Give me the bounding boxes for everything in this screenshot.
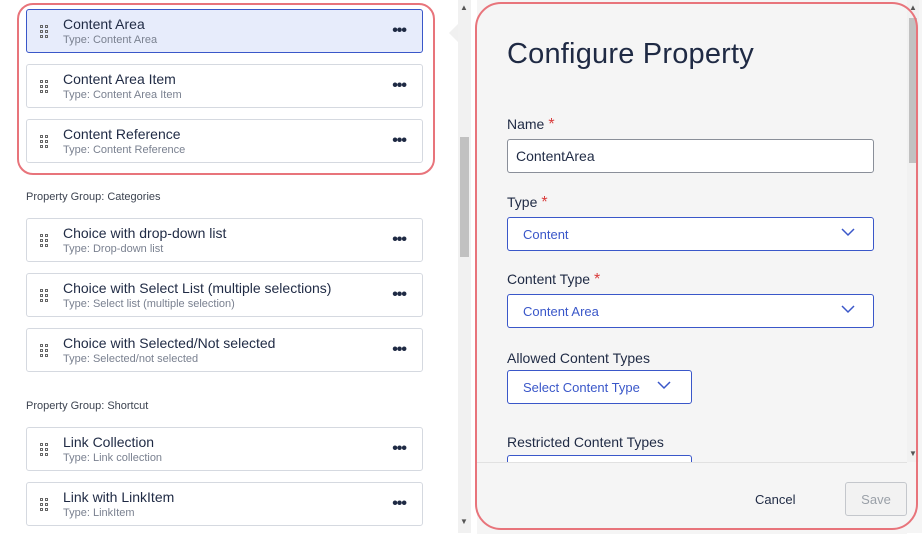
item-title: Link with LinkItem — [63, 489, 175, 505]
property-list: Content Area Type: Content Area ••• Cont… — [0, 0, 458, 533]
item-type: Type: LinkItem — [63, 507, 135, 519]
property-item-choice-select-list[interactable]: Choice with Select List (multiple select… — [26, 273, 423, 317]
highlight-outline — [17, 3, 435, 175]
drag-handle-icon[interactable] — [40, 234, 50, 248]
item-title: Choice with Select List (multiple select… — [63, 280, 332, 296]
more-options-icon[interactable]: ••• — [392, 232, 407, 248]
property-item-choice-dropdown[interactable]: Choice with drop-down list Type: Drop-do… — [26, 218, 423, 262]
item-type: Type: Select list (multiple selection) — [63, 298, 235, 310]
item-title: Choice with Selected/Not selected — [63, 335, 276, 351]
drag-handle-icon[interactable] — [40, 344, 50, 358]
more-options-icon[interactable]: ••• — [392, 342, 407, 358]
scroll-up-icon[interactable]: ▲ — [460, 4, 468, 12]
more-options-icon[interactable]: ••• — [392, 496, 407, 512]
scroll-down-icon[interactable]: ▼ — [460, 518, 468, 526]
more-options-icon[interactable]: ••• — [392, 441, 407, 457]
property-item-link-collection[interactable]: Link Collection Type: Link collection ••… — [26, 427, 423, 471]
item-title: Link Collection — [63, 434, 155, 450]
property-item-link-with-linkitem[interactable]: Link with LinkItem Type: LinkItem ••• — [26, 482, 423, 526]
property-item-choice-selected[interactable]: Choice with Selected/Not selected Type: … — [26, 328, 423, 372]
group-label-shortcut: Property Group: Shortcut — [26, 400, 149, 412]
list-scrollbar[interactable]: ▲ ▼ — [458, 0, 471, 533]
item-type: Type: Selected/not selected — [63, 353, 199, 365]
more-options-icon[interactable]: ••• — [392, 287, 407, 303]
drag-handle-icon[interactable] — [40, 289, 50, 303]
list-scrollbar-thumb[interactable] — [460, 137, 469, 257]
drag-handle-icon[interactable] — [40, 498, 50, 512]
drag-handle-icon[interactable] — [40, 443, 50, 457]
pointer-caret — [449, 24, 458, 42]
group-label-categories: Property Group: Categories — [26, 191, 161, 203]
item-title: Choice with drop-down list — [63, 225, 227, 241]
item-type: Type: Drop-down list — [63, 243, 164, 255]
item-type: Type: Link collection — [63, 452, 163, 464]
panel-highlight-outline — [475, 2, 918, 530]
